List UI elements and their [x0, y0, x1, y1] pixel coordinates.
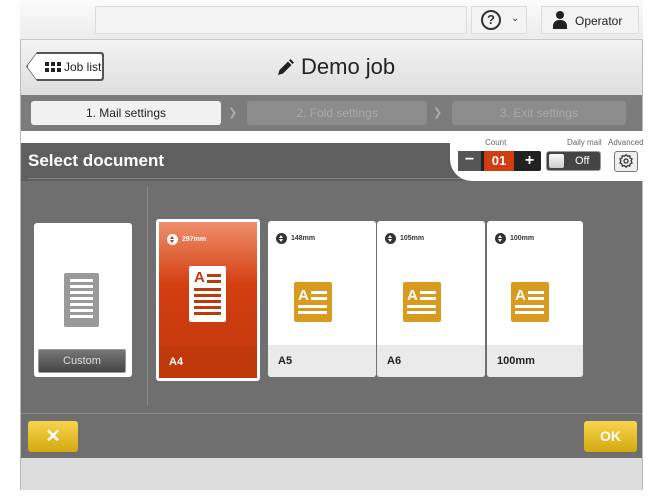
ok-button[interactable]: OK	[584, 421, 637, 452]
advanced-label: Advanced	[608, 138, 644, 147]
page-title: Demo job	[301, 54, 396, 79]
tab-fold-settings[interactable]: 2. Fold settings	[247, 101, 427, 125]
card-footer: A4	[159, 346, 257, 378]
page-header: Job list Demo job	[21, 40, 642, 95]
height-icon	[495, 232, 506, 244]
daily-mail-label: Daily mail	[567, 138, 602, 147]
tab-mail-settings[interactable]: 1. Mail settings	[31, 101, 221, 125]
chevron-right-icon: ❯	[228, 107, 238, 119]
document-icon: A	[294, 282, 332, 322]
chevron-right-icon: ❯	[433, 107, 443, 119]
tab-exit-settings[interactable]: 3. Exit settings	[452, 101, 626, 125]
grid-icon	[45, 62, 61, 73]
card-footer: 100mm	[487, 345, 583, 377]
document-icon: A	[189, 266, 226, 322]
document-size: 100mm	[510, 234, 535, 242]
count-label: Count	[485, 138, 507, 147]
advanced-settings-button[interactable]	[614, 151, 638, 172]
document-size: 105mm	[400, 234, 425, 242]
height-icon	[167, 233, 178, 245]
system-top-bar: ? ⌄ Operator	[20, 0, 643, 40]
count-minus-button[interactable]: −	[458, 151, 481, 171]
daily-mail-toggle[interactable]: Off	[546, 151, 601, 171]
footer-area	[21, 458, 642, 490]
document-name: A4	[169, 356, 184, 368]
document-size: 297mm	[182, 235, 207, 243]
action-bar: ✕ OK	[21, 414, 642, 458]
document-card-custom[interactable]: Custom	[34, 223, 132, 377]
document-name: A6	[387, 355, 402, 367]
document-card-a5[interactable]: 148mm A A5	[268, 221, 376, 377]
panel-title: Select document	[28, 151, 165, 170]
count-stepper: − 01 +	[458, 151, 541, 171]
job-controls: Count − 01 + Daily mail Off Advanced	[450, 131, 644, 181]
height-icon	[385, 232, 396, 244]
count-value[interactable]: 01	[484, 151, 514, 171]
document-icon: A	[511, 282, 549, 322]
document-card-100mm[interactable]: 100mm A 100mm	[487, 221, 583, 377]
help-button[interactable]: ? ⌄	[471, 6, 527, 34]
title-divider	[28, 178, 468, 179]
document-card-a6[interactable]: 105mm A A6	[377, 221, 485, 377]
document-size: 148mm	[291, 234, 316, 242]
status-field	[95, 6, 467, 34]
size-indicator: 100mm	[495, 232, 534, 244]
toggle-knob	[549, 154, 564, 168]
job-list-label: Job list	[64, 60, 102, 74]
document-icon: A	[403, 282, 441, 322]
document-icon	[64, 273, 99, 327]
size-indicator: 297mm	[167, 233, 206, 245]
gear-icon	[619, 153, 633, 169]
chevron-down-icon: ⌄	[511, 13, 520, 24]
vertical-divider	[147, 187, 148, 405]
height-icon	[276, 232, 287, 244]
user-icon	[553, 11, 567, 29]
operator-label: Operator	[575, 14, 623, 28]
card-footer: A5	[268, 345, 376, 377]
size-indicator: 105mm	[385, 232, 424, 244]
document-name: A5	[278, 355, 293, 367]
pencil-icon	[278, 59, 294, 75]
operator-button[interactable]: Operator	[541, 6, 639, 34]
step-tabs: 1. Mail settings ❯ 2. Fold settings ❯ 3.…	[21, 95, 642, 131]
question-circle-icon: ?	[481, 10, 501, 30]
document-name: 100mm	[497, 355, 535, 367]
job-list-button[interactable]: Job list	[27, 53, 103, 80]
card-footer: A6	[377, 345, 485, 377]
document-card-a4[interactable]: 297mm A A4	[156, 219, 260, 381]
cancel-button[interactable]: ✕	[28, 421, 78, 452]
daily-mail-value: Off	[575, 155, 590, 167]
size-indicator: 148mm	[276, 232, 315, 244]
count-plus-button[interactable]: +	[518, 151, 541, 171]
custom-document-button[interactable]: Custom	[38, 349, 126, 373]
